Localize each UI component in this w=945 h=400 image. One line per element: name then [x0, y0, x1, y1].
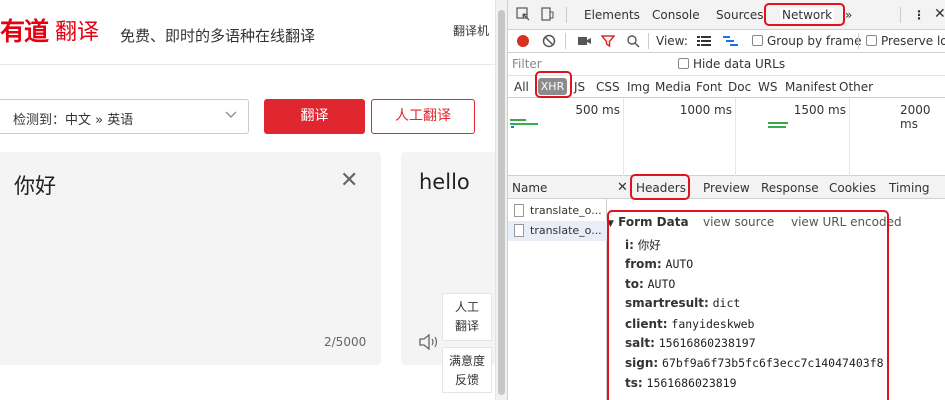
- timeline-overview[interactable]: 500 ms 1000 ms 1500 ms 2000 ms: [508, 98, 945, 176]
- type-manifest[interactable]: Manifest: [785, 80, 836, 94]
- devtools-tabbar: Elements Console Sources Network » ⋮ ✕: [508, 0, 945, 30]
- type-img[interactable]: Img: [627, 80, 650, 94]
- tab-timing[interactable]: Timing: [889, 181, 930, 195]
- tab-elements[interactable]: Elements: [584, 8, 640, 22]
- separator: [566, 7, 567, 23]
- timeline-bar: [511, 126, 514, 128]
- waterfall-icon[interactable]: [723, 35, 738, 47]
- tab-preview[interactable]: Preview: [703, 181, 750, 195]
- view-label: View:: [656, 34, 688, 48]
- hide-data-urls-checkbox[interactable]: Hide data URLs: [678, 57, 785, 71]
- network-body: Name translate_o... translate_o... ✕ Hea…: [508, 174, 945, 400]
- type-ws[interactable]: WS: [758, 80, 777, 94]
- type-js[interactable]: JS: [574, 80, 585, 94]
- close-detail-icon[interactable]: ✕: [617, 180, 628, 195]
- group-by-frame-checkbox[interactable]: Group by frame: [752, 34, 861, 48]
- youdao-page: 有道 翻译 免费、即时的多语种在线翻译 翻译机 检测到：中文 » 英语 翻译 人…: [0, 0, 495, 400]
- youdao-header: 有道 翻译 免费、即时的多语种在线翻译 翻译机: [0, 0, 495, 65]
- type-css[interactable]: CSS: [596, 80, 620, 94]
- name-column-header[interactable]: Name: [508, 176, 607, 199]
- timeline-gridline: [735, 98, 736, 176]
- feedback-side-button[interactable]: 满意度 反馈: [442, 347, 492, 393]
- separator: [565, 33, 566, 49]
- screenshot-icon[interactable]: [577, 35, 592, 47]
- type-media[interactable]: Media: [655, 80, 691, 94]
- clear-icon[interactable]: [542, 34, 556, 48]
- source-text-panel[interactable]: 你好 ✕ 2/5000: [0, 152, 381, 365]
- request-row[interactable]: translate_o...: [508, 201, 607, 221]
- youdao-logo-tail: 翻译: [55, 20, 100, 45]
- timeline-bar: [768, 122, 788, 124]
- timeline-label: 1500 ms: [793, 103, 846, 117]
- timeline-bar: [510, 119, 526, 121]
- request-name: translate_o...: [530, 224, 602, 237]
- timeline-bar: [768, 126, 786, 128]
- inspect-element-icon[interactable]: [516, 7, 530, 21]
- slogan: 免费、即时的多语种在线翻译: [120, 27, 316, 45]
- network-tab-highlight: [764, 3, 845, 26]
- document-icon: [514, 224, 524, 237]
- preserve-log-checkbox[interactable]: Preserve log: [866, 34, 945, 48]
- human-translate-side-button[interactable]: 人工 翻译: [442, 293, 492, 341]
- youdao-logo[interactable]: 有道: [0, 12, 49, 48]
- form-data-highlight: [607, 210, 889, 400]
- tab-response[interactable]: Response: [761, 181, 819, 195]
- network-toolbar: View: Group by frame Preserve log: [508, 30, 945, 53]
- tab-console[interactable]: Console: [652, 8, 700, 22]
- source-text[interactable]: 你好: [14, 170, 56, 200]
- translate-button[interactable]: 翻译: [264, 99, 365, 134]
- close-devtools-icon[interactable]: ✕: [934, 6, 945, 22]
- more-tabs-icon[interactable]: »: [845, 8, 852, 22]
- headers-tab-highlight: [630, 174, 690, 200]
- device-toolbar-icon[interactable]: [540, 7, 554, 21]
- language-select[interactable]: 检测到：中文 » 英语: [0, 99, 249, 134]
- devtools-panel: Elements Console Sources Network » ⋮ ✕ V…: [507, 0, 945, 400]
- separator: [858, 33, 859, 49]
- request-detail: ✕ Headers Preview Response Cookies Timin…: [607, 174, 945, 400]
- human-translate-button[interactable]: 人工翻译: [371, 99, 475, 134]
- translation-machine-link[interactable]: 翻译机: [453, 22, 489, 39]
- filter-icon[interactable]: [601, 34, 615, 48]
- request-list: Name translate_o... translate_o...: [508, 176, 607, 400]
- document-icon: [514, 204, 524, 217]
- type-font[interactable]: Font: [696, 80, 722, 94]
- timeline-label: 500 ms: [575, 103, 620, 117]
- timeline-bar: [510, 123, 538, 125]
- search-icon[interactable]: [626, 34, 640, 48]
- checkbox-icon[interactable]: [678, 58, 689, 69]
- speaker-icon[interactable]: [418, 333, 440, 351]
- record-icon[interactable]: [516, 34, 530, 48]
- page-scrollbar[interactable]: [495, 0, 507, 400]
- checkbox-icon[interactable]: [752, 35, 763, 46]
- large-rows-icon[interactable]: [697, 35, 711, 47]
- type-all[interactable]: All: [514, 80, 529, 94]
- clear-icon[interactable]: ✕: [340, 168, 358, 193]
- type-doc[interactable]: Doc: [728, 80, 751, 94]
- filter-bar: Filter Hide data URLs: [508, 53, 945, 76]
- resource-type-filters: All XHR JS CSS Img Media Font Doc WS Man…: [508, 71, 945, 98]
- kebab-menu-icon[interactable]: ⋮: [913, 8, 925, 22]
- timeline-label: 2000 ms: [900, 103, 931, 131]
- chevron-down-icon: [225, 111, 237, 118]
- tab-cookies[interactable]: Cookies: [829, 181, 876, 195]
- xhr-highlight: [535, 71, 572, 98]
- char-count: 2/5000: [324, 335, 367, 349]
- request-name: translate_o...: [530, 204, 602, 217]
- timeline-gridline: [623, 98, 624, 176]
- language-select-value: 检测到：中文 » 英语: [13, 113, 134, 128]
- checkbox-icon[interactable]: [866, 35, 877, 46]
- scrollbar-thumb[interactable]: [498, 10, 505, 395]
- target-text: hello: [419, 170, 470, 194]
- separator: [900, 7, 901, 23]
- separator: [648, 33, 649, 49]
- type-other[interactable]: Other: [839, 80, 873, 94]
- timeline-label: 1000 ms: [679, 103, 732, 117]
- request-row-selected[interactable]: translate_o...: [508, 221, 607, 241]
- timeline-gridline: [849, 98, 850, 176]
- filter-input[interactable]: Filter: [512, 57, 664, 72]
- tab-sources[interactable]: Sources: [716, 8, 763, 22]
